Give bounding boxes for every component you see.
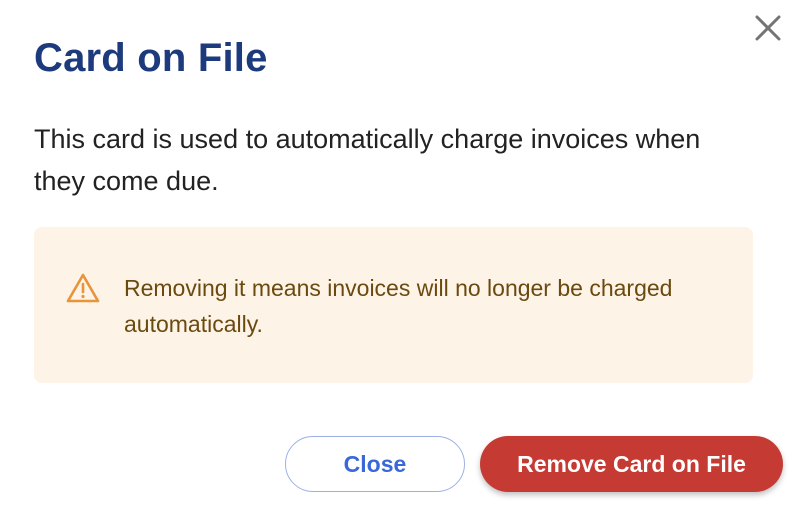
remove-card-button[interactable]: Remove Card on File bbox=[480, 436, 783, 492]
card-on-file-dialog: Card on File This card is used to automa… bbox=[0, 0, 800, 512]
alert-message: Removing it means invoices will no longe… bbox=[124, 275, 673, 337]
close-icon-glyph bbox=[755, 15, 781, 41]
warning-icon bbox=[66, 273, 100, 303]
close-button[interactable]: Close bbox=[285, 436, 465, 492]
close-icon[interactable] bbox=[752, 12, 784, 44]
dialog-title: Card on File bbox=[34, 36, 268, 80]
dialog-description: This card is used to automatically charg… bbox=[34, 124, 701, 196]
warning-alert: Removing it means invoices will no longe… bbox=[34, 227, 753, 383]
